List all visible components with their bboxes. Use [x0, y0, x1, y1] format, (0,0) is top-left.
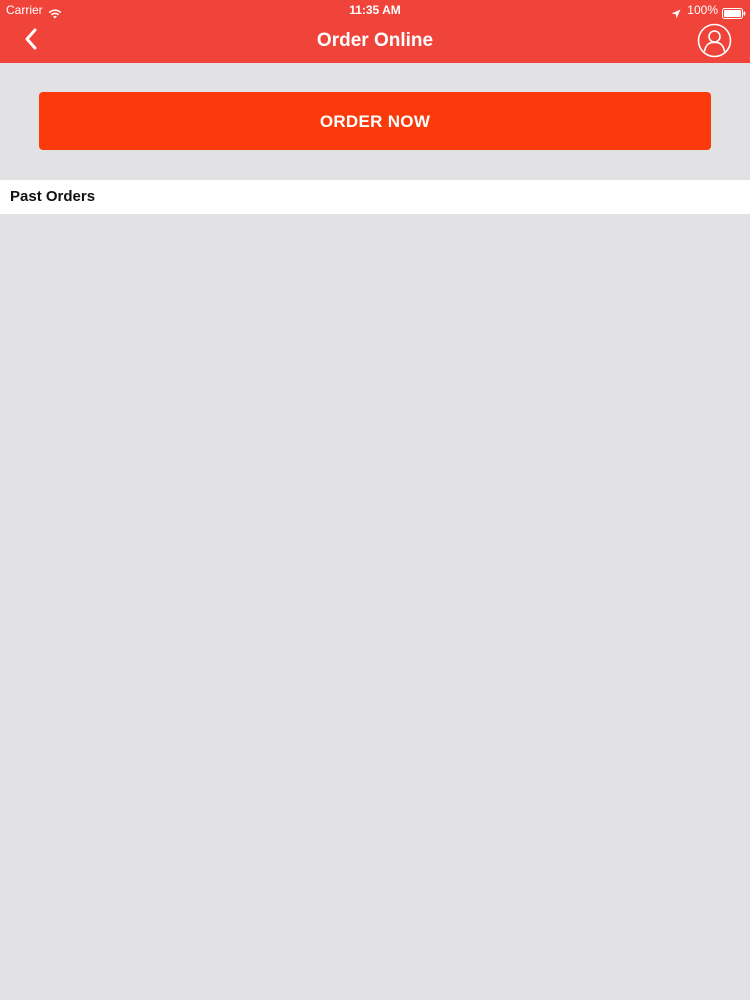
past-orders-list [0, 214, 750, 1000]
status-time: 11:35 AM [349, 3, 401, 17]
page-title: Order Online [316, 30, 434, 51]
profile-button[interactable] [697, 23, 732, 58]
location-arrow-icon [671, 5, 681, 19]
order-now-button[interactable]: ORDER NOW [39, 92, 711, 150]
battery-percent: 100% [687, 3, 718, 17]
app-header: Carrier 11:35 AM 100% Order Online [0, 0, 750, 63]
past-orders-header: Past Orders [0, 180, 750, 214]
battery-icon [722, 5, 746, 19]
navigation-bar: Order Online [0, 20, 750, 63]
past-orders-title: Past Orders [10, 188, 96, 205]
order-section: ORDER NOW [0, 63, 750, 179]
status-right: 100% [671, 0, 746, 20]
status-bar: Carrier 11:35 AM 100% [0, 0, 750, 20]
user-icon [697, 23, 732, 62]
